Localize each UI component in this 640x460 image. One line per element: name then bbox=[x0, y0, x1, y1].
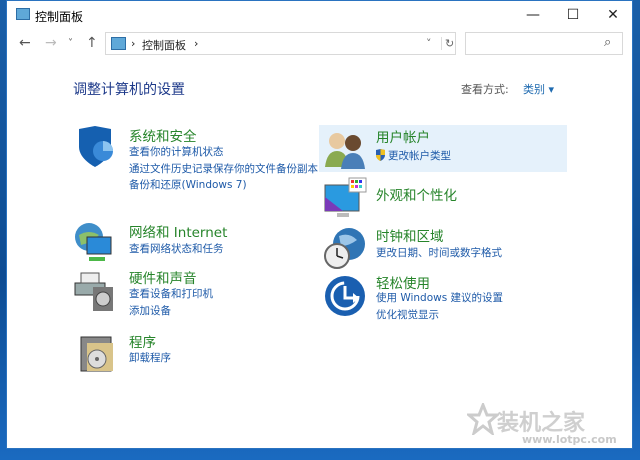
category-links: 查看设备和打印机 添加设备 bbox=[129, 286, 213, 319]
category-hardware-sound[interactable]: 硬件和声音 bbox=[129, 267, 197, 287]
category-links: 查看你的计算机状态 通过文件历史记录保存你的文件备份副本 备份和还原(Windo… bbox=[129, 144, 319, 194]
refresh-button[interactable]: ↻ bbox=[441, 37, 454, 50]
appearance-personalization-icon bbox=[324, 177, 367, 217]
address-dropdown-button[interactable]: ˅ bbox=[426, 37, 432, 50]
category-network-internet[interactable]: 网络和 Internet bbox=[129, 221, 227, 241]
back-button[interactable]: ← bbox=[19, 35, 31, 51]
breadcrumb-separator[interactable]: › bbox=[194, 37, 198, 50]
close-button[interactable]: ✕ bbox=[593, 1, 633, 29]
control-panel-icon bbox=[111, 37, 126, 50]
breadcrumb-control-panel[interactable]: 控制面板 bbox=[142, 37, 186, 53]
category-links: 更改日期、时间或数字格式 bbox=[376, 245, 502, 262]
recent-locations-button[interactable]: ˅ bbox=[68, 38, 73, 49]
search-icon[interactable]: ⌕ bbox=[604, 35, 611, 50]
control-panel-window: 控制面板 — ☐ ✕ ← → ˅ ↑ › 控制面板 › ˅ ↻ ⌕ 调整计算机的… bbox=[6, 0, 633, 449]
category-links: 查看网络状态和任务 bbox=[129, 241, 224, 258]
link-network-status[interactable]: 查看网络状态和任务 bbox=[129, 241, 224, 258]
printer-speaker-icon bbox=[74, 272, 113, 311]
link-change-account-type[interactable]: 更改帐户类型 bbox=[388, 148, 451, 165]
category-appearance-personalization[interactable]: 外观和个性化 bbox=[376, 184, 457, 204]
ease-of-access-icon bbox=[325, 276, 365, 316]
window-title: 控制面板 bbox=[35, 10, 84, 24]
category-system-security[interactable]: 系统和安全 bbox=[129, 125, 197, 145]
user-accounts-icon bbox=[325, 133, 365, 169]
address-bar[interactable]: › 控制面板 › ˅ ↻ bbox=[105, 32, 456, 55]
category-ease-of-access[interactable]: 轻松使用 bbox=[376, 272, 430, 292]
up-button[interactable]: ↑ bbox=[86, 35, 98, 51]
category-links: 使用 Windows 建议的设置 优化视觉显示 bbox=[376, 290, 503, 323]
link-backup-restore[interactable]: 备份和还原(Windows 7) bbox=[129, 177, 319, 194]
link-file-history[interactable]: 通过文件历史记录保存你的文件备份副本 bbox=[129, 161, 319, 178]
search-box[interactable]: ⌕ bbox=[465, 32, 623, 55]
minimize-button[interactable]: — bbox=[513, 1, 553, 29]
category-links: 更改帐户类型 bbox=[388, 148, 451, 165]
link-windows-suggested-settings[interactable]: 使用 Windows 建议的设置 bbox=[376, 290, 503, 307]
maximize-button[interactable]: ☐ bbox=[553, 1, 593, 29]
link-devices-printers[interactable]: 查看设备和打印机 bbox=[129, 286, 213, 303]
clock-region-icon bbox=[324, 228, 365, 269]
breadcrumb-separator[interactable]: › bbox=[131, 37, 135, 50]
page-title: 调整计算机的设置 bbox=[73, 82, 185, 98]
programs-icon bbox=[80, 336, 113, 372]
link-uninstall-program[interactable]: 卸载程序 bbox=[129, 350, 171, 367]
watermark-url: www.lotpc.com bbox=[522, 433, 617, 446]
network-globe-icon bbox=[75, 223, 112, 261]
search-input[interactable] bbox=[468, 35, 598, 52]
link-add-device[interactable]: 添加设备 bbox=[129, 303, 213, 320]
link-change-date-time-format[interactable]: 更改日期、时间或数字格式 bbox=[376, 245, 502, 262]
uac-shield-icon bbox=[376, 149, 385, 161]
link-optimize-visual-display[interactable]: 优化视觉显示 bbox=[376, 307, 503, 324]
shield-security-icon bbox=[79, 126, 113, 167]
category-user-accounts[interactable]: 用户帐户 bbox=[376, 126, 430, 146]
category-links: 卸载程序 bbox=[129, 350, 171, 367]
watermark-star-logo bbox=[467, 403, 499, 435]
category-programs[interactable]: 程序 bbox=[129, 331, 156, 351]
view-by-dropdown[interactable]: 类别 ▾ bbox=[523, 81, 554, 97]
view-by-label: 查看方式: bbox=[461, 83, 509, 96]
control-panel-icon bbox=[16, 8, 30, 20]
category-clock-region[interactable]: 时钟和区域 bbox=[376, 225, 444, 245]
link-view-computer-status[interactable]: 查看你的计算机状态 bbox=[129, 144, 319, 161]
title-bar[interactable]: 控制面板 — ☐ ✕ bbox=[7, 1, 632, 29]
forward-button[interactable]: → bbox=[45, 35, 57, 51]
